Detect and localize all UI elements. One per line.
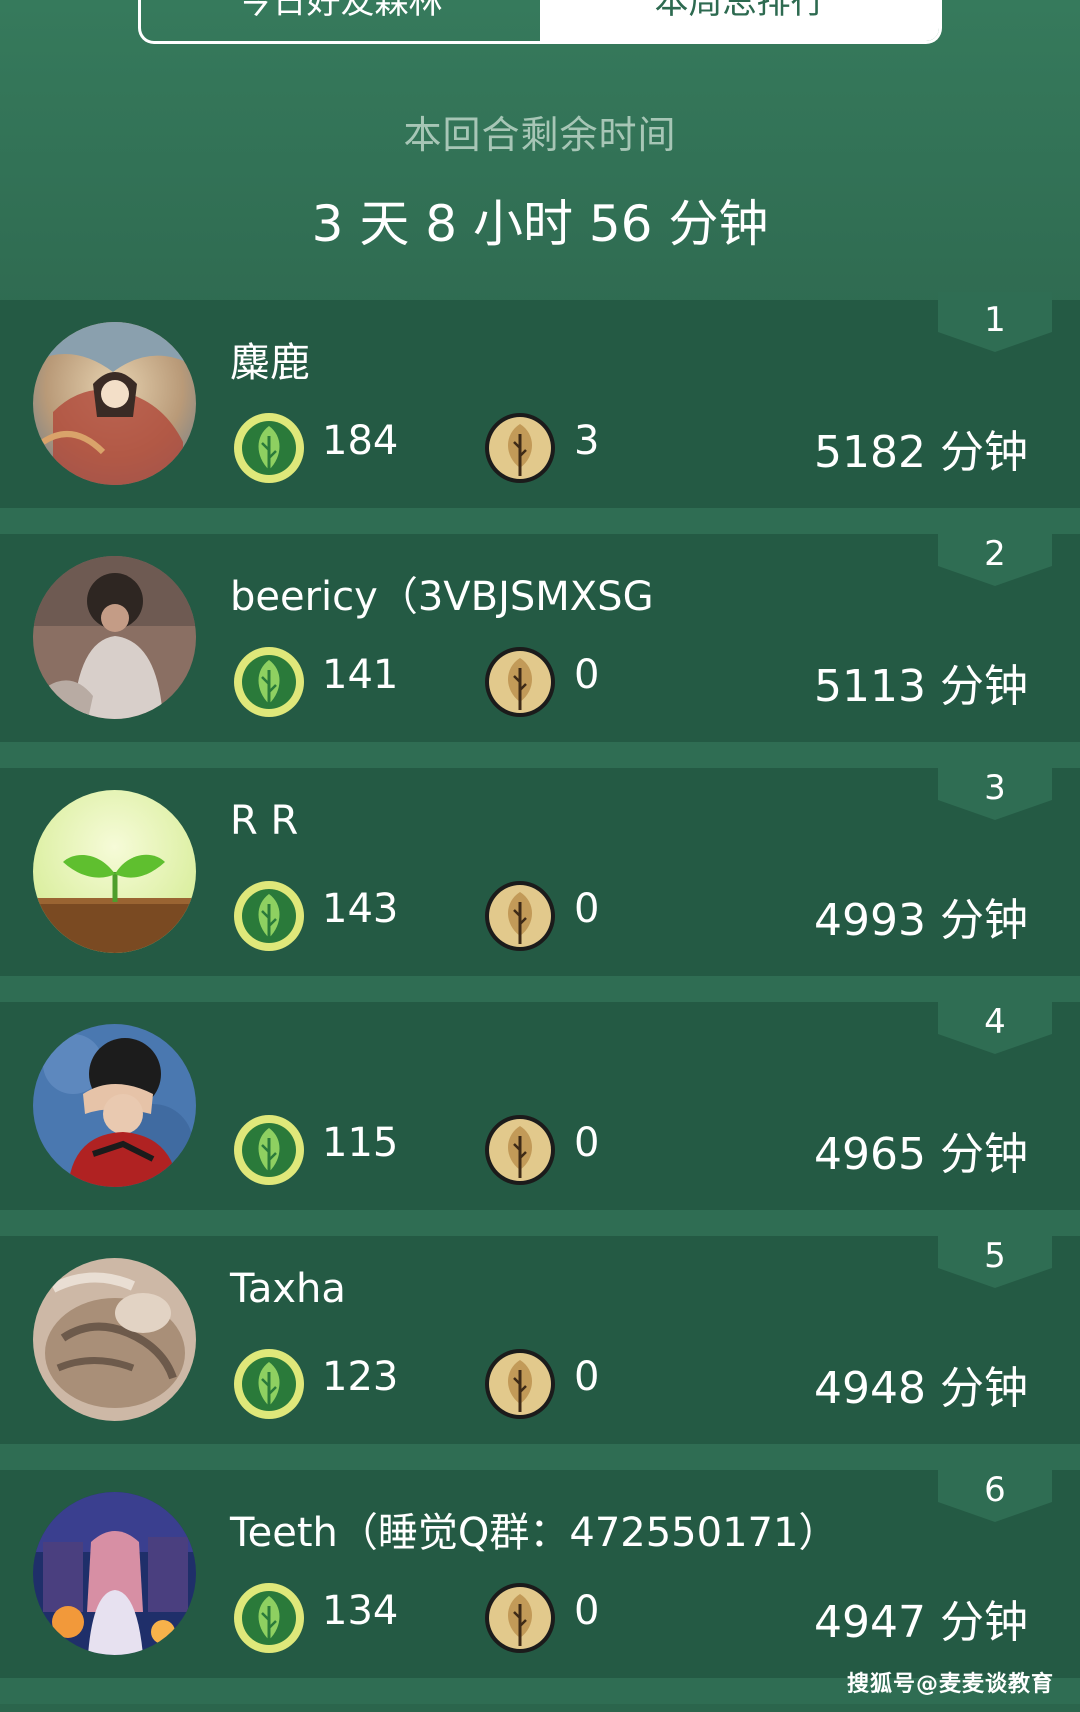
rank-number: 4	[984, 1002, 1006, 1042]
live-tree-count: 123	[322, 1354, 399, 1400]
tab-today-friends-forest[interactable]: 今日好友森林	[141, 0, 540, 41]
player-name: beericy（3VBJSMXSG	[230, 574, 654, 620]
ranking-row[interactable]: Teeth（睡觉Q群：472550171） 134 0 4947 分钟 6	[0, 1462, 1080, 1704]
dead-tree-count: 0	[574, 1588, 600, 1634]
anime-night-avatar-icon	[33, 1492, 196, 1655]
leaf-coin-icon	[234, 1115, 304, 1185]
dead-tree-coin-icon	[485, 1349, 555, 1419]
dead-tree-coin-icon	[485, 1115, 555, 1185]
player-name: R R	[230, 798, 299, 844]
focus-minutes: 4947 分钟	[814, 1597, 1028, 1648]
tab-weekly-ranking[interactable]: 本周总排行	[540, 0, 939, 41]
dead-tree-coin-icon	[485, 1583, 555, 1653]
ranking-row[interactable]: R R 143 0 4993 分钟 3	[0, 760, 1080, 1002]
person-photo-avatar-icon	[33, 556, 196, 719]
remaining-time-value: 3 天 8 小时 56 分钟	[311, 195, 769, 253]
live-tree-count: 141	[322, 652, 399, 698]
leaf-coin-icon	[234, 881, 304, 951]
leaf-coin-icon	[234, 413, 304, 483]
dead-tree-coin-icon	[485, 881, 555, 951]
watermark: 搜狐号@麦麦谈教育	[846, 1672, 1054, 1697]
player-name: 麋鹿	[230, 340, 310, 386]
live-tree-count: 143	[322, 886, 399, 932]
sprout-avatar-icon	[33, 790, 196, 953]
ranking-tabs: 今日好友森林 本周总排行	[138, 0, 942, 44]
rank-number: 2	[984, 534, 1006, 574]
dead-tree-count: 0	[574, 886, 600, 932]
ranking-row[interactable]: 115 0 4965 分钟 4	[0, 994, 1080, 1236]
focus-minutes: 4993 分钟	[814, 895, 1028, 946]
dead-tree-count: 0	[574, 652, 600, 698]
rank-number: 6	[984, 1470, 1006, 1510]
focus-minutes: 5113 分钟	[814, 661, 1028, 712]
focus-minutes: 4965 分钟	[814, 1129, 1028, 1180]
focus-minutes: 5182 分钟	[814, 427, 1028, 478]
ranking-row[interactable]: 麋鹿 184 3 5182 分钟 1	[0, 292, 1080, 534]
leaf-coin-icon	[234, 1349, 304, 1419]
leaf-coin-icon	[234, 647, 304, 717]
remaining-time-label: 本回合剩余时间	[403, 113, 677, 157]
face-covered-avatar-icon	[33, 1024, 196, 1187]
player-name: Taxha	[230, 1266, 346, 1312]
dead-tree-count: 0	[574, 1120, 600, 1166]
dead-tree-coin-icon	[485, 647, 555, 717]
dead-tree-coin-icon	[485, 413, 555, 483]
ranking-row[interactable]: beericy（3VBJSMXSG 141 0 5113 分钟 2	[0, 526, 1080, 768]
avatar[interactable]	[33, 556, 196, 719]
rank-number: 5	[984, 1236, 1006, 1276]
ranking-row[interactable]: Taxha 123 0 4948 分钟 5	[0, 1228, 1080, 1470]
live-tree-count: 115	[322, 1120, 399, 1166]
live-tree-count: 134	[322, 1588, 399, 1634]
live-tree-count: 184	[322, 418, 399, 464]
leaf-coin-icon	[234, 1583, 304, 1653]
dead-tree-count: 3	[574, 418, 600, 464]
avatar[interactable]	[33, 1258, 196, 1421]
anime-girl-avatar-icon	[33, 322, 196, 485]
dead-tree-count: 0	[574, 1354, 600, 1400]
avatar[interactable]	[33, 1024, 196, 1187]
player-name: Teeth（睡觉Q群：472550171）	[230, 1510, 839, 1556]
forest-ranking-screen: 今日好友森林 本周总排行 本回合剩余时间 3 天 8 小时 56 分钟 麋鹿 1…	[0, 0, 1080, 1712]
avatar[interactable]	[33, 322, 196, 485]
focus-minutes: 4948 分钟	[814, 1363, 1028, 1414]
rank-number: 3	[984, 768, 1006, 808]
cat-avatar-icon	[33, 1258, 196, 1421]
avatar[interactable]	[33, 790, 196, 953]
rank-number: 1	[984, 300, 1006, 340]
avatar[interactable]	[33, 1492, 196, 1655]
